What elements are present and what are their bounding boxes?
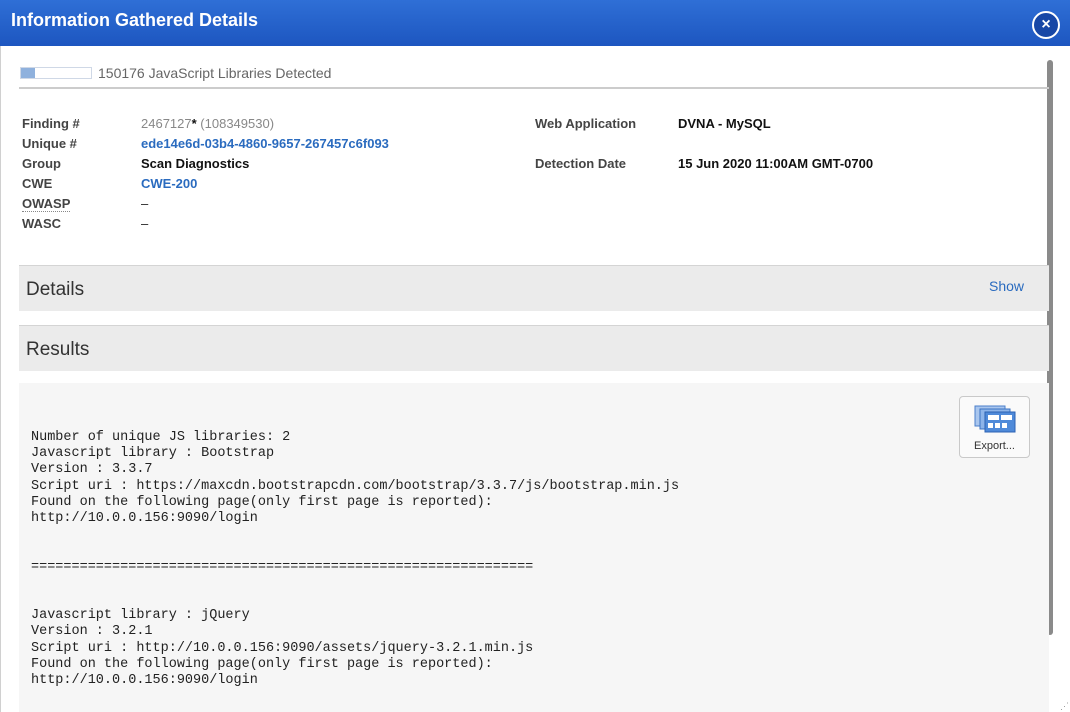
detection-date-label: Detection Date xyxy=(535,156,627,171)
finding-number: 2467127 xyxy=(141,116,192,131)
details-heading: Details xyxy=(26,279,85,300)
close-icon[interactable]: × xyxy=(1032,11,1060,39)
wasc-value: – xyxy=(141,216,149,231)
web-application-label: Web Application xyxy=(535,116,637,131)
results-section-header: Results xyxy=(19,325,1049,371)
severity-bar xyxy=(20,67,92,79)
cwe-link[interactable]: CWE-200 xyxy=(141,176,197,191)
unique-id-link[interactable]: ede14e6d-03b4-4860-9657-267457c6f093 xyxy=(141,136,389,151)
dialog-titlebar: Information Gathered Details × xyxy=(0,0,1070,46)
wasc-label: WASC xyxy=(22,216,61,231)
detection-date-value: 15 Jun 2020 11:00AM GMT-0700 xyxy=(678,156,874,171)
severity-bar-fill xyxy=(21,68,35,78)
details-show-link[interactable]: Show xyxy=(989,278,1024,294)
export-button[interactable]: Export... xyxy=(959,396,1030,458)
owasp-label[interactable]: OWASP xyxy=(22,196,71,212)
header-divider xyxy=(19,87,1049,89)
group-label: Group xyxy=(22,156,61,171)
finding-value: 2467127* (108349530) xyxy=(141,116,274,131)
qid-title: 150176 JavaScript Libraries Detected xyxy=(98,65,332,81)
web-application-value: DVNA - MySQL xyxy=(678,116,771,131)
results-heading: Results xyxy=(26,339,90,360)
export-icon xyxy=(974,405,1016,433)
details-section-header[interactable]: Details xyxy=(19,265,1049,311)
results-text: Number of unique JS libraries: 2 Javascr… xyxy=(31,430,680,689)
cwe-label: CWE xyxy=(22,176,53,191)
finding-ref: (108349530) xyxy=(196,116,275,131)
export-label: Export... xyxy=(974,440,1015,452)
dialog-title: Information Gathered Details xyxy=(11,10,259,30)
owasp-value: – xyxy=(141,196,149,211)
finding-label: Finding # xyxy=(22,116,80,131)
resize-grip-icon[interactable]: ⋰ xyxy=(1060,702,1069,711)
group-value: Scan Diagnostics xyxy=(141,156,250,171)
unique-label: Unique # xyxy=(22,136,77,151)
